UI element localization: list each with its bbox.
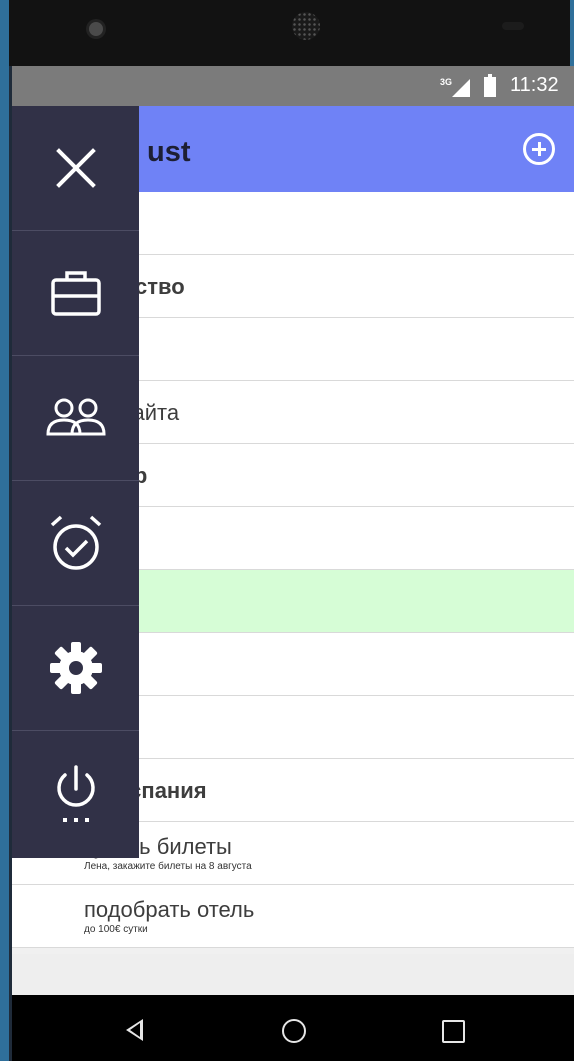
app-title: ust xyxy=(147,136,191,168)
home-button[interactable] xyxy=(282,1019,306,1043)
front-camera xyxy=(89,22,103,36)
status-bar: 3G 11:32 xyxy=(12,66,574,106)
list-item[interactable]: подобрать отель до 100€ сутки xyxy=(12,885,574,948)
drawer-item-close[interactable] xyxy=(12,106,139,231)
drawer-item-settings[interactable] xyxy=(12,606,139,731)
signal-icon xyxy=(452,79,470,97)
battery-icon xyxy=(484,74,496,97)
users-icon xyxy=(45,398,106,436)
drawer-item-reminders[interactable] xyxy=(12,481,139,606)
network-type: 3G xyxy=(440,77,453,87)
drawer-item-work[interactable] xyxy=(12,231,139,356)
list-item-subtitle: до 100€ сутки xyxy=(84,924,148,935)
navigation-bar xyxy=(12,995,574,1061)
list-item-subtitle: Лена, закажите билеты на 8 августа xyxy=(84,861,252,872)
drawer-item-logout[interactable] xyxy=(12,731,139,858)
drawer-item-people[interactable] xyxy=(12,356,139,481)
recent-apps-button[interactable] xyxy=(442,1020,465,1043)
status-time: 11:32 xyxy=(510,74,559,96)
back-button[interactable] xyxy=(126,1019,143,1041)
list-bottom-area xyxy=(12,954,574,995)
speaker-grille xyxy=(292,12,320,40)
frame-edge-left xyxy=(0,0,9,1061)
proximity-sensor xyxy=(502,22,524,30)
list-item-title: подобрать отель xyxy=(84,897,255,922)
add-button[interactable] xyxy=(523,133,555,165)
side-drawer xyxy=(12,106,139,858)
alarm-clock-icon xyxy=(50,515,101,570)
top-bezel xyxy=(9,0,570,66)
briefcase-icon xyxy=(50,271,101,316)
power-icon xyxy=(56,764,95,822)
gear-icon xyxy=(49,642,102,694)
close-icon xyxy=(55,148,96,188)
